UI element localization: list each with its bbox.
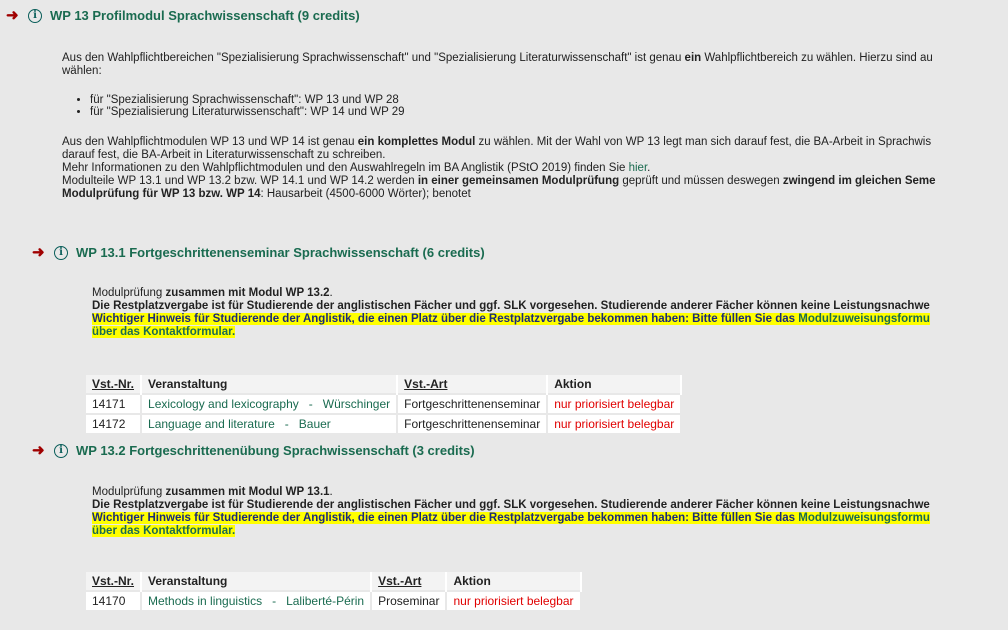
table-row: 14172 Language and literature - Bauer Fo… [86, 413, 683, 433]
form-link[interactable]: Modulzuweisungsformu [798, 512, 930, 524]
info-icon[interactable]: i [54, 245, 68, 260]
action-status: nur priorisiert belegbar [446, 590, 582, 610]
action-status: nur priorisiert belegbar [547, 393, 683, 414]
description-para-1-cont: wählen: [62, 65, 102, 77]
table-row: 14170 Methods in linguistics - Laliberté… [86, 590, 582, 610]
exam-note: Modulprüfung zusammen mit Modul WP 13.1. [92, 486, 333, 498]
module-title-wp13-1[interactable]: WP 13.1 Fortgeschrittenenseminar Sprachw… [76, 245, 485, 260]
form-link[interactable]: Modulzuweisungsformu [798, 313, 930, 325]
course-table-wp13-1: Vst.-Nr. Veranstaltung Vst.-Art Aktion 1… [86, 375, 683, 433]
module-header-wp13[interactable]: ➜ i WP 13 Profilmodul Sprachwissenschaft… [6, 8, 360, 24]
column-header[interactable]: Vst.-Art [371, 572, 448, 591]
list-item: für "Spezialisierung Sprachwissenschaft"… [90, 94, 405, 106]
description-para-1: Aus den Wahlpflichtbereichen "Spezialisi… [62, 52, 933, 64]
contact-form-link[interactable]: über das Kontaktformular. [92, 525, 235, 537]
module-title-wp13[interactable]: WP 13 Profilmodul Sprachwissenschaft (9 … [50, 8, 360, 23]
contact-form-link[interactable]: über das Kontaktformular. [92, 326, 235, 338]
module-title-wp13-2[interactable]: WP 13.2 Fortgeschrittenenübung Sprachwis… [76, 443, 475, 458]
course-type: Fortgeschrittenenseminar [397, 413, 549, 433]
table-header-row: Vst.-Nr. Veranstaltung Vst.-Art Aktion [86, 572, 582, 591]
rules-para-1: Aus den Wahlpflichtmodulen WP 13 und WP … [62, 136, 932, 148]
module-notes-wp13-1: Modulprüfung zusammen mit Modul WP 13.2.… [92, 287, 930, 339]
course-type: Fortgeschrittenenseminar [397, 393, 549, 414]
expand-arrow-icon[interactable]: ➜ [32, 443, 50, 458]
module-notes-wp13-2: Modulprüfung zusammen mit Modul WP 13.1.… [92, 486, 930, 538]
column-header[interactable]: Vst.-Nr. [86, 572, 143, 591]
course-number: 14172 [86, 413, 143, 433]
course-link[interactable]: Lexicology and lexicography - Würschinge… [141, 393, 399, 414]
rules-para-2: Mehr Informationen zu den Wahlpflichtmod… [62, 162, 651, 174]
course-type: Proseminar [371, 590, 448, 610]
column-header: Aktion [446, 572, 582, 591]
course-link[interactable]: Methods in linguistics - Laliberté-Périn [141, 590, 373, 610]
module-header-wp13-1[interactable]: ➜ i WP 13.1 Fortgeschrittenenseminar Spr… [32, 245, 485, 261]
bullet-list: für "Spezialisierung Sprachwissenschaft"… [62, 94, 405, 118]
course-link[interactable]: Language and literature - Bauer [141, 413, 399, 433]
important-note: Wichtiger Hinweis für Studierende der An… [92, 313, 930, 325]
info-link[interactable]: hier [629, 162, 648, 174]
column-header: Veranstaltung [141, 375, 399, 394]
module-header-wp13-2[interactable]: ➜ i WP 13.2 Fortgeschrittenenübung Sprac… [32, 443, 475, 459]
table-header-row: Vst.-Nr. Veranstaltung Vst.-Art Aktion [86, 375, 683, 394]
module-description-wp13: Aus den Wahlpflichtbereichen "Spezialisi… [62, 52, 933, 78]
list-item: für "Spezialisierung Literaturwissenscha… [90, 106, 405, 118]
course-number: 14171 [86, 393, 143, 414]
rules-para-4: Modulprüfung für WP 13 bzw. WP 14: Hausa… [62, 188, 471, 200]
action-status: nur priorisiert belegbar [547, 413, 683, 433]
rules-para-1-cont: darauf fest, die BA-Arbeit in Literaturw… [62, 149, 386, 161]
important-note-cont: über das Kontaktformular. [92, 525, 930, 538]
module-rules-wp13: Aus den Wahlpflichtmodulen WP 13 und WP … [62, 136, 936, 201]
column-header[interactable]: Vst.-Art [397, 375, 549, 394]
important-note-cont: über das Kontaktformular. [92, 326, 930, 339]
table-row: 14171 Lexicology and lexicography - Würs… [86, 393, 683, 414]
course-number: 14170 [86, 590, 143, 610]
important-note: Wichtiger Hinweis für Studierende der An… [92, 512, 930, 524]
info-icon[interactable]: i [54, 443, 68, 458]
allocation-note: Die Restplatzvergabe ist für Studierende… [92, 300, 930, 312]
course-table-wp13-2: Vst.-Nr. Veranstaltung Vst.-Art Aktion 1… [86, 572, 582, 610]
allocation-note: Die Restplatzvergabe ist für Studierende… [92, 499, 930, 511]
column-header: Veranstaltung [141, 572, 373, 591]
rules-para-3: Modulteile WP 13.1 und WP 13.2 bzw. WP 1… [62, 175, 936, 187]
info-icon[interactable]: i [28, 8, 42, 23]
expand-arrow-icon[interactable]: ➜ [6, 8, 24, 23]
column-header[interactable]: Vst.-Nr. [86, 375, 143, 394]
column-header: Aktion [547, 375, 683, 394]
expand-arrow-icon[interactable]: ➜ [32, 245, 50, 260]
page: ➜ i WP 13 Profilmodul Sprachwissenschaft… [0, 0, 1008, 630]
exam-note: Modulprüfung zusammen mit Modul WP 13.2. [92, 287, 333, 299]
